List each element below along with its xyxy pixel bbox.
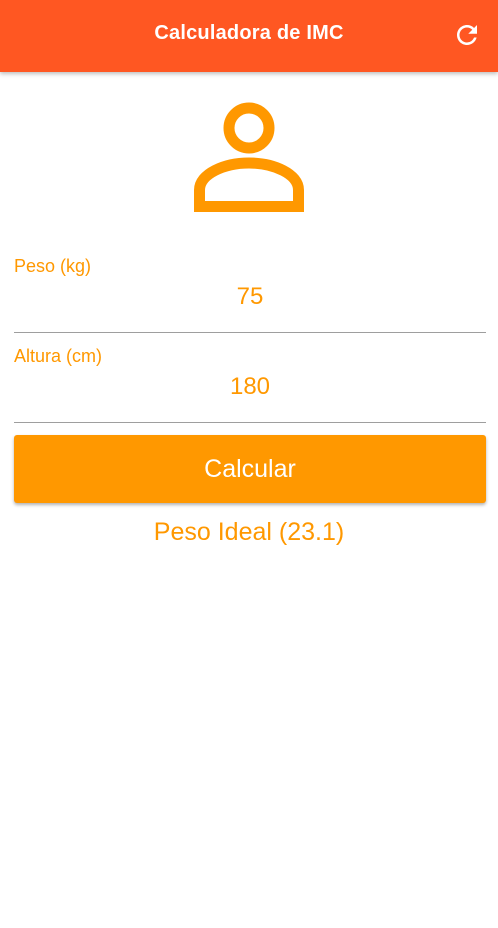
weight-input[interactable]: 75 xyxy=(14,283,486,311)
refresh-icon xyxy=(452,20,482,50)
person-outline-icon xyxy=(190,98,308,216)
weight-label: Peso (kg) xyxy=(14,256,92,276)
app-bar: Calculadora de IMC xyxy=(0,0,498,72)
app-title: Calculadora de IMC xyxy=(154,22,344,44)
height-input[interactable]: 180 xyxy=(14,373,486,401)
calculate-button[interactable]: Calcular xyxy=(14,435,486,503)
height-label: Altura (cm) xyxy=(14,346,103,366)
height-field[interactable]: Altura (cm) 180 xyxy=(14,346,486,423)
weight-field[interactable]: Peso (kg) 75 xyxy=(14,256,486,333)
calculate-button-label: Calcular xyxy=(204,455,296,483)
result-text: Peso Ideal (23.1) xyxy=(153,518,345,546)
refresh-button[interactable] xyxy=(452,20,482,50)
